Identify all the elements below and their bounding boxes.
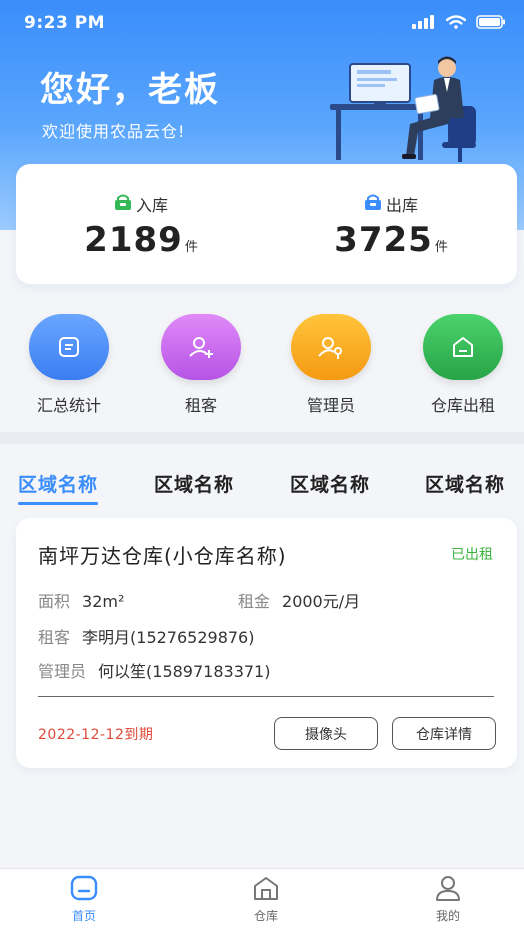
user-icon [433,876,463,905]
tabbar-home[interactable]: 首页 [44,875,124,924]
region-tabs: 区域名称 区域名称 区域名称 区域名称 [0,462,524,506]
tenant-label: 租客 [38,628,71,647]
stock-in-stat[interactable]: 入库 2189 件 [16,164,266,284]
menu-label-summary: 汇总统计 [36,396,101,415]
manager-label: 管理员 [38,662,87,681]
tabbar-label-mine: 我的 [435,909,460,923]
status-time: 9:23 PM [24,13,106,33]
menu-item-tenant[interactable]: 租客 [146,314,256,416]
add-user-icon [161,314,241,380]
greeting-title: 您好，老板 [40,70,220,110]
warehouse-title: 南坪万达仓库(小仓库名称) [38,544,287,568]
camera-button[interactable]: 摄像头 [274,717,378,750]
rent-label: 租金 [238,592,271,611]
battery-icon [476,14,506,33]
summary-icon [29,314,109,380]
tenant-value: 李明月(15276529876) [82,628,255,647]
bottom-tab-bar: 首页 仓库 我的 [0,868,524,930]
manager-value: 何以笙(15897183371) [98,662,271,681]
menu-label-warehouse-rent: 仓库出租 [430,396,495,415]
stock-in-label: 入库 [135,196,168,215]
stock-out-stat[interactable]: 出库 3725 件 [266,164,516,284]
card-divider [38,696,494,697]
inventory-stats-card: 入库 2189 件 出库 3725 件 [16,164,517,284]
stock-out-icon [364,194,382,214]
menu-label-admin: 管理员 [306,396,355,415]
section-divider [0,432,524,444]
status-badge: 已出租 [451,547,493,563]
manager-row: 管理员 何以笙(15897183371) [38,658,270,682]
stock-out-label: 出库 [385,196,418,215]
warehouse-card[interactable]: 南坪万达仓库(小仓库名称) 已出租 面积 32m² 租金 2000元/月 租客 李明月… [16,518,517,768]
tenant-row: 租客 李明月(15276529876) [38,624,254,648]
menu-item-summary[interactable]: 汇总统计 [14,314,124,416]
quick-menu: 汇总统计 租客 管理员 仓库出租 [0,300,524,430]
warehouse-icon [423,314,503,380]
admin-icon [291,314,371,380]
tab-region-4[interactable]: 区域名称 [425,470,505,497]
tabbar-label-warehouse: 仓库 [253,909,278,923]
expire-date: 2022-12-12到期 [38,727,154,743]
area-row: 面积 32m² [38,588,124,612]
stock-in-unit: 件 [184,240,198,255]
tabbar-label-home: 首页 [71,909,96,923]
rent-value: 2000元/月 [282,592,361,611]
status-bar: 9:23 PM [0,0,524,46]
warehouse-detail-button[interactable]: 仓库详情 [392,717,496,750]
area-label: 面积 [38,592,71,611]
stock-in-value: 2189 [84,220,183,260]
stock-in-icon [114,194,132,214]
tabbar-warehouse[interactable]: 仓库 [226,875,306,924]
tab-region-3[interactable]: 区域名称 [290,470,370,497]
stock-out-value: 3725 [334,220,433,260]
office-worker-illustration [330,52,490,171]
tab-region-1[interactable]: 区域名称 [18,470,99,505]
menu-item-admin[interactable]: 管理员 [276,314,386,416]
welcome-text: 欢迎使用农品云仓! [42,122,186,141]
wifi-icon [445,14,467,33]
signal-icon [412,14,436,33]
warehouse-icon [251,877,281,905]
home-icon [69,875,99,905]
tabbar-mine[interactable]: 我的 [408,875,488,924]
rent-row: 租金 2000元/月 [238,588,360,612]
tab-region-2[interactable]: 区域名称 [154,470,234,497]
menu-label-tenant: 租客 [184,396,217,415]
stock-out-unit: 件 [434,240,448,255]
area-value: 32m² [82,592,125,611]
menu-item-warehouse-rent[interactable]: 仓库出租 [408,314,518,416]
